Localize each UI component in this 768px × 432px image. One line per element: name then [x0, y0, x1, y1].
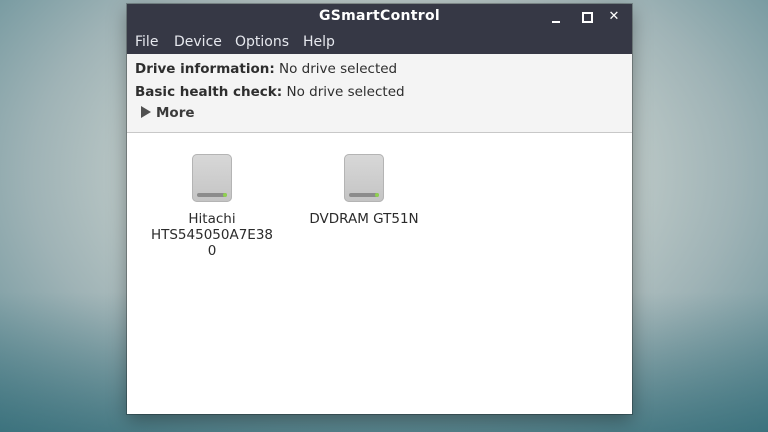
- drive-item[interactable]: DVDRAM GT51N: [294, 154, 434, 227]
- hard-disk-icon: [192, 154, 232, 202]
- minimize-icon: [552, 21, 560, 23]
- drive-list: Hitachi HTS545050A7E38 0 DVDRAM GT51N: [127, 133, 632, 414]
- drive-information-label: Drive information:: [135, 61, 275, 77]
- menubar: File Device Options Help: [127, 30, 632, 54]
- drive-information-value: No drive selected: [279, 61, 398, 77]
- drive-label-line: DVDRAM GT51N: [309, 211, 419, 227]
- minimize-button[interactable]: [547, 8, 565, 26]
- window-titlebar[interactable]: GSmartControl ✕: [127, 4, 632, 30]
- close-icon: ✕: [608, 9, 620, 24]
- drive-label: DVDRAM GT51N: [294, 211, 434, 227]
- more-expander[interactable]: More: [141, 105, 195, 121]
- drive-label-line: 0: [207, 243, 217, 259]
- gsmartcontrol-window: GSmartControl ✕ File Device Options Help…: [127, 4, 632, 414]
- more-label: More: [156, 105, 195, 121]
- menu-options[interactable]: Options: [235, 34, 289, 50]
- drive-label-line: Hitachi: [188, 211, 236, 227]
- menu-file[interactable]: File: [135, 34, 158, 50]
- health-check-label: Basic health check:: [135, 84, 283, 100]
- maximize-button[interactable]: [578, 8, 596, 26]
- info-panel: Drive information: No drive selected Bas…: [127, 54, 632, 133]
- health-check-row: Basic health check: No drive selected: [135, 84, 405, 100]
- menu-device[interactable]: Device: [174, 34, 222, 50]
- health-check-value: No drive selected: [286, 84, 405, 100]
- drive-label-line: HTS545050A7E38: [150, 227, 274, 243]
- drive-label: Hitachi HTS545050A7E38 0: [142, 211, 282, 259]
- close-button[interactable]: ✕: [605, 8, 623, 26]
- drive-information-row: Drive information: No drive selected: [135, 61, 397, 77]
- menu-help[interactable]: Help: [303, 34, 335, 50]
- expander-triangle-right-icon: [141, 106, 151, 118]
- maximize-icon: [582, 12, 593, 23]
- drive-item[interactable]: Hitachi HTS545050A7E38 0: [142, 154, 282, 259]
- hard-disk-icon: [344, 154, 384, 202]
